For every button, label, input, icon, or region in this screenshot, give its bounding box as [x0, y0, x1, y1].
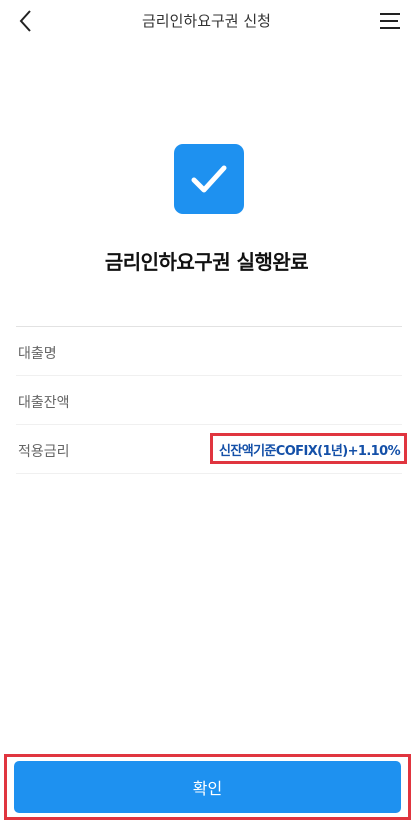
info-row-applied-rate: 적용금리 신잔액기준COFIX(1년)+1.10% [16, 425, 407, 474]
confirm-button[interactable]: 확인 [14, 761, 401, 813]
highlight-box: 확인 [4, 754, 411, 820]
menu-button[interactable] [377, 9, 403, 33]
info-label: 대출명 [18, 346, 57, 362]
checkmark-icon [191, 165, 227, 193]
info-label: 대출잔액 [18, 395, 70, 411]
page-title: 금리인하요구권 신청 [142, 12, 271, 30]
checkbox-checked-icon [174, 144, 244, 214]
completion-title: 금리인하요구권 실행완료 [104, 250, 309, 274]
applied-rate-value: 신잔액기준COFIX(1년)+1.10% [218, 444, 401, 459]
app-header: 금리인하요구권 신청 [0, 0, 413, 42]
loan-info-list: 대출명 대출잔액 적용금리 신잔액기준COFIX(1년)+1.10% [16, 326, 407, 474]
info-label: 적용금리 [18, 444, 70, 460]
info-row-loan-balance: 대출잔액 [16, 376, 402, 425]
info-row-loan-name: 대출명 [16, 327, 402, 376]
hamburger-menu-icon [380, 13, 400, 29]
